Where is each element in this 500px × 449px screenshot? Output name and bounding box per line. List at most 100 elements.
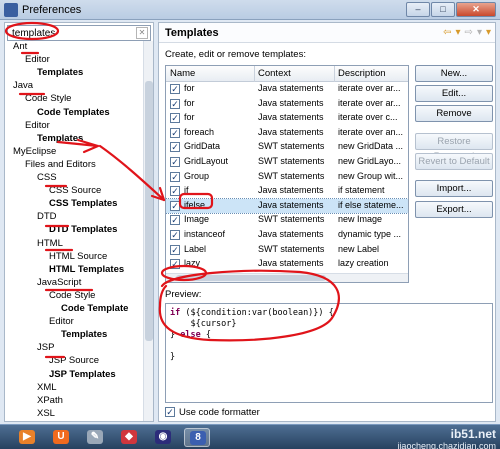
clear-filter-icon[interactable]: ✕ [136, 27, 148, 39]
table-row[interactable]: ✓ Group SWT statements new Group wit... [166, 170, 408, 185]
back-arrow-icon[interactable]: ⇦ [443, 27, 451, 38]
tree-item-jsp-source[interactable]: JSP Source [49, 355, 99, 366]
tree-item-code-style[interactable]: Code Style [25, 93, 71, 104]
table-cell-name: for [184, 112, 195, 123]
template-enabled-checkbox[interactable]: ✓ [170, 171, 180, 182]
maximize-button[interactable]: □ [431, 2, 455, 17]
table-row[interactable]: ✓ for Java statements iterate over c... [166, 111, 408, 126]
table-cell-description: new GridData ... [338, 141, 404, 152]
template-enabled-checkbox[interactable]: ✓ [170, 113, 180, 124]
tree-item-html-templates[interactable]: HTML Templates [49, 264, 124, 275]
tree-item-editor[interactable]: Editor [25, 120, 50, 131]
back-menu-chevron-down-icon[interactable]: ▾ [456, 27, 461, 38]
table-cell-context: SWT statements [258, 156, 325, 166]
table-horizontal-scrollbar[interactable] [166, 273, 408, 282]
restore-removed-button[interactable]: Restore Removed [415, 133, 493, 162]
table-row[interactable]: ✓ if Java statements if statement [166, 184, 408, 199]
remove-button[interactable]: Remove [415, 105, 493, 122]
template-enabled-checkbox[interactable]: ✓ [170, 230, 180, 240]
table-cell-context: Java statements [258, 83, 324, 93]
tree-item-html-source[interactable]: HTML Source [49, 251, 107, 262]
taskbar-item[interactable]: ◉ [150, 428, 176, 447]
tree-item-ant[interactable]: Ant [13, 41, 27, 52]
template-enabled-checkbox[interactable]: ✓ [170, 215, 180, 226]
code-text: { [200, 330, 211, 340]
tree-item-jsp-templates[interactable]: JSP Templates [49, 369, 116, 380]
tree-item-jsp[interactable]: JSP [37, 342, 54, 353]
forward-menu-chevron-down-icon[interactable]: ▾ [477, 27, 482, 38]
preview-code-area[interactable]: if (${condition:var(boolean)}) { ${curso… [165, 303, 493, 403]
tree-item-java[interactable]: Java [13, 80, 33, 91]
tree-scrollbar-thumb[interactable] [145, 81, 153, 341]
revert-to-default-button[interactable]: Revert to Default [415, 153, 493, 170]
tree-item-myeclipse[interactable]: MyEclipse [13, 146, 56, 157]
preview-line-3: } else { [170, 330, 211, 340]
table-row[interactable]: ✓ GridData SWT statements new GridData ... [166, 140, 408, 155]
column-header-name[interactable]: Name [170, 68, 195, 79]
taskbar-item[interactable]: ✎ [82, 428, 108, 447]
tree-item-code-template[interactable]: Code Template [61, 303, 128, 314]
tree-item-editor[interactable]: Editor [49, 316, 74, 327]
taskbar-item[interactable]: ◆ [116, 428, 142, 447]
table-row[interactable]: ✓ instanceof Java statements dynamic type .… [166, 228, 408, 243]
table-row[interactable]: ✓ GridLayout SWT statements new GridLayo... [166, 155, 408, 170]
paint-tool-icon: ✎ [87, 430, 103, 444]
tree-item-code-templates[interactable]: Code Templates [37, 107, 110, 118]
template-enabled-checkbox[interactable]: ✓ [170, 259, 180, 270]
table-cell-description: lazy creation [338, 258, 389, 269]
template-enabled-checkbox[interactable]: ✓ [170, 186, 180, 197]
tree-item-xsl[interactable]: XSL [37, 408, 55, 419]
tree-item-templates[interactable]: Templates [61, 329, 107, 340]
table-row[interactable]: ✓ Label SWT statements new Label [166, 243, 408, 258]
export-button[interactable]: Export... [415, 201, 493, 218]
import-button[interactable]: Import... [415, 180, 493, 197]
tree-item-templates[interactable]: Templates [37, 67, 83, 78]
tree-item-files-and-editors[interactable]: Files and Editors [25, 159, 96, 170]
taskbar-item[interactable]: U [48, 428, 74, 447]
column-divider[interactable] [334, 66, 335, 82]
table-scrollbar-thumb[interactable] [176, 275, 326, 281]
taskbar-item[interactable]: 8 [184, 428, 210, 447]
tree-vertical-scrollbar[interactable] [143, 41, 153, 421]
template-enabled-checkbox[interactable]: ✓ [170, 98, 180, 109]
forward-arrow-icon[interactable]: ⇨ [465, 27, 473, 38]
column-header-description[interactable]: Description [338, 68, 386, 79]
template-enabled-checkbox[interactable]: ✓ [170, 200, 180, 211]
table-row[interactable]: ✓ ifelse Java statements if else stateme... [166, 197, 408, 215]
tree-item-xml[interactable]: XML [37, 382, 57, 393]
table-row[interactable]: ✓ for Java statements iterate over ar... [166, 97, 408, 112]
table-row[interactable]: ✓ Image SWT statements new Image [166, 213, 408, 228]
close-button[interactable]: ✕ [456, 2, 496, 17]
template-enabled-checkbox[interactable]: ✓ [170, 84, 180, 94]
template-enabled-checkbox[interactable]: ✓ [170, 244, 180, 255]
filter-input[interactable]: templates ✕ [7, 25, 151, 41]
tree-item-xpath[interactable]: XPath [37, 395, 63, 406]
tree-item-editor[interactable]: Editor [25, 54, 50, 65]
table-cell-context: Java statements [258, 229, 324, 239]
column-header-context[interactable]: Context [258, 68, 291, 79]
template-enabled-checkbox[interactable]: ✓ [170, 127, 180, 138]
minimize-button[interactable]: – [406, 2, 430, 17]
template-enabled-checkbox[interactable]: ✓ [170, 157, 180, 167]
tree-item-dtd[interactable]: DTD [37, 211, 57, 222]
edit-button[interactable]: Edit... [415, 85, 493, 102]
tree-item-css-templates[interactable]: CSS Templates [49, 198, 117, 209]
tree-item-css[interactable]: CSS [37, 172, 57, 183]
window-controls: – □ ✕ [406, 2, 496, 17]
view-menu-chevron-down-icon[interactable]: ▾ [486, 27, 491, 38]
taskbar-item[interactable]: ▶ [14, 428, 40, 447]
table-row[interactable]: ✓ foreach Java statements iterate over an..… [166, 126, 408, 141]
table-row[interactable]: ✓ for Java statements iterate over ar... [166, 82, 408, 97]
use-code-formatter-checkbox[interactable]: ✓ [165, 407, 175, 417]
new-button[interactable]: New... [415, 65, 493, 82]
column-divider[interactable] [254, 66, 255, 82]
table-cell-context: Java statements [258, 97, 324, 108]
tree-item-templates[interactable]: Templates [37, 133, 83, 144]
table-row[interactable]: ✓ lazy Java statements lazy creation [166, 257, 408, 272]
template-enabled-checkbox[interactable]: ✓ [170, 142, 180, 153]
tree-item-css-source[interactable]: CSS Source [49, 185, 101, 196]
tree-item-html[interactable]: HTML [37, 238, 63, 249]
tree-item-dtd-templates[interactable]: DTD Templates [49, 224, 117, 235]
tree-item-javascript[interactable]: JavaScript [37, 277, 81, 288]
tree-item-code-style[interactable]: Code Style [49, 290, 95, 301]
